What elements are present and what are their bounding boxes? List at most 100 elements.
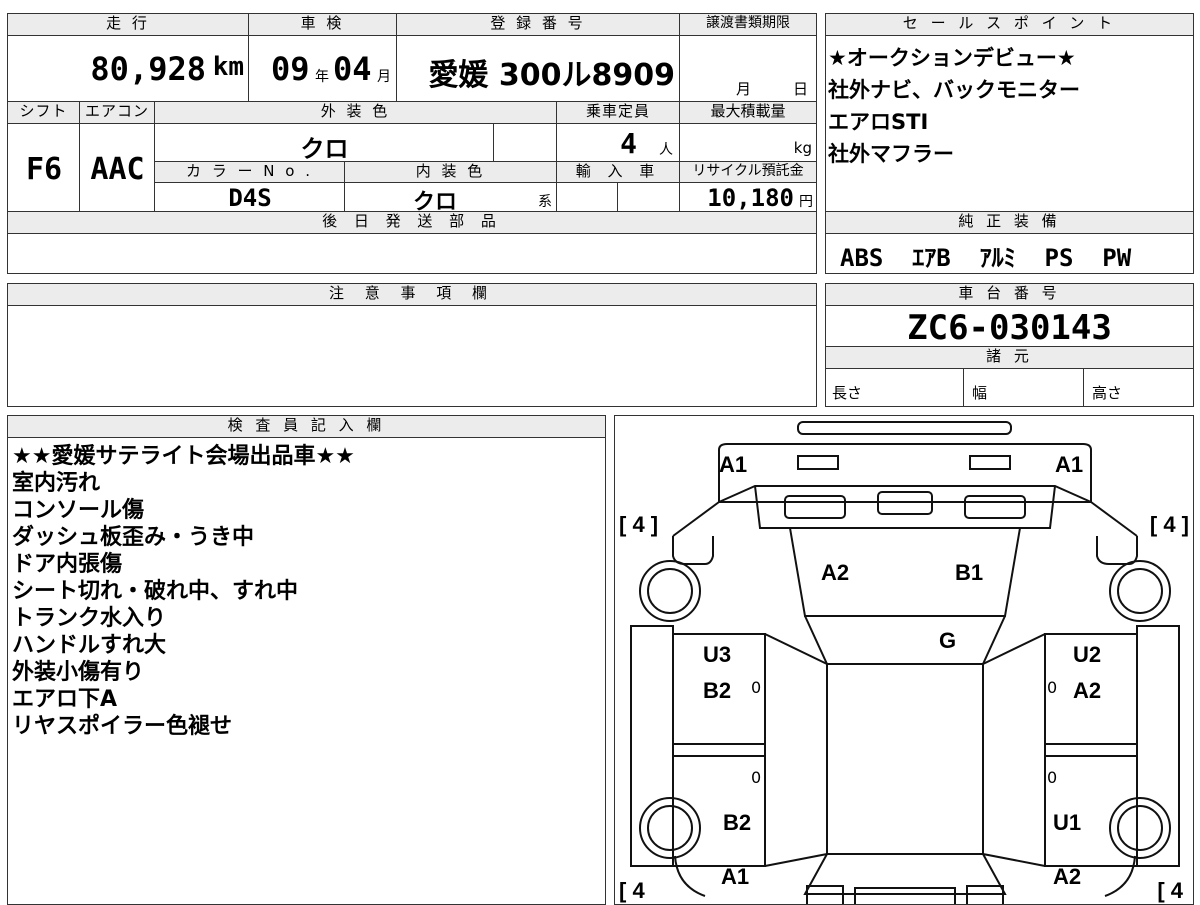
capacity-value: 4 [620, 127, 637, 160]
deadline-month-unit: 月 [736, 80, 752, 98]
year-unit: 年 [315, 69, 329, 85]
left-front-corner [672, 501, 720, 537]
import-cell-b [618, 183, 680, 212]
wheel-left-rear-inner [647, 805, 693, 851]
tire-tread-left-rear: [ 4 [619, 878, 645, 903]
aircon-cell: AAC [80, 124, 155, 212]
sales-points-list: ★オークションデビュー★ 社外ナビ、バックモニター エアロSTI 社外マフラー [826, 36, 1193, 170]
exterior-color-header: 外 装 色 [155, 102, 557, 124]
damage-front-left: A1 [719, 452, 748, 477]
aircon-header: エアコン [80, 102, 155, 124]
width-label: 幅 [972, 384, 988, 402]
registration-header: 登 録 番 号 [397, 14, 680, 36]
trunk-lid [854, 887, 956, 904]
hood-front-edge [718, 485, 1092, 503]
aircon-value: AAC [90, 152, 145, 187]
damage-right-front-door-top: U2 [1073, 642, 1102, 667]
mileage-unit: km [212, 52, 244, 82]
damage-right-front-door-bottom: A2 [1073, 678, 1102, 703]
interior-suffix: 系 [538, 194, 552, 210]
right-pillar [982, 633, 1046, 867]
inspector-notes-list: ★★愛媛サテライト会場出品車★★ 室内汚れ コンソール傷 ダッシュ板歪み・うき中… [8, 438, 605, 740]
tire-tread-right-rear: [ 4 [1157, 878, 1183, 903]
inspection-month: 04 [333, 50, 372, 88]
inspector-note: ダッシュ板歪み・うき中 [12, 525, 255, 550]
headlight-left [797, 455, 839, 470]
interior-color-cell: クロ 系 [345, 183, 557, 215]
inspector-header: 検 査 員 記 入 欄 [8, 416, 605, 438]
color-no-header: カ ラ ー N o . [155, 162, 345, 183]
capacity-unit: 人 [659, 142, 673, 158]
recycle-cell: 10,180 円 [680, 183, 816, 212]
exterior-color-value: クロ [300, 135, 349, 163]
wheel-right-front-inner [1117, 568, 1163, 614]
inspector-note: ★★愛媛サテライト会場出品車★★ [12, 444, 355, 469]
damage-windshield: G [939, 628, 957, 653]
left-door-trim [672, 743, 766, 757]
sales-point-line: 社外ナビ、バックモニター [828, 78, 1080, 102]
cowl [804, 615, 1006, 665]
damage-left-rear-fender: B2 [723, 810, 752, 835]
damage-rear-left: A1 [721, 864, 750, 889]
mileage-value: 80,928 [90, 50, 206, 88]
shift-header: シフト [8, 102, 80, 124]
sales-point-line: ★オークションデビュー★ [828, 46, 1076, 70]
later-parts-header: 後 日 発 送 部 品 [8, 212, 816, 234]
sales-points-header: セ ー ル ス ポ イ ン ト [826, 14, 1193, 36]
right-rear-quarter [1104, 855, 1136, 897]
taillight-right [966, 885, 1004, 904]
damage-left-front-door-top: U3 [703, 642, 732, 667]
damage-right-rear-fender: U1 [1053, 810, 1082, 835]
exterior-color-extra-cell [494, 124, 557, 162]
grille-left [784, 495, 846, 519]
inspector-note: 室内汚れ [12, 471, 101, 496]
month-unit: 月 [377, 69, 391, 85]
right-front-fender-top [1096, 536, 1138, 565]
damage-rear-right: A2 [1053, 864, 1082, 889]
door-mark: 0 [751, 768, 762, 787]
inspector-note: ドア内張傷 [12, 552, 123, 577]
inspector-note: シート切れ・破れ中、すれ中 [12, 579, 299, 604]
damage-hood-right: B1 [955, 560, 984, 585]
door-mark: 0 [1047, 768, 1058, 787]
door-mark: 0 [751, 678, 762, 697]
recycle-value: 10,180 [707, 184, 794, 212]
max-load-unit: kg [793, 139, 812, 157]
notes-box: 注 意 事 項 欄 [7, 283, 817, 407]
damage-left-front-door-bottom: B2 [703, 678, 732, 703]
width-cell: 幅 [964, 368, 1084, 406]
sales-points-box: セ ー ル ス ポ イ ン ト ★オークションデビュー★ 社外ナビ、バックモニタ… [825, 13, 1194, 212]
registration-number: 愛媛 300ル8909 [428, 58, 675, 93]
length-label: 長さ [832, 384, 863, 402]
right-side-skirt [1136, 625, 1180, 867]
sales-point-line: エアロSTI [828, 110, 929, 134]
transfer-deadline-cell: 月 日 [680, 36, 816, 102]
recycle-header: リサイクル預託金 [680, 162, 816, 183]
import-cell-a [557, 183, 618, 212]
inspection-cell: 09 年 04 月 [249, 36, 397, 102]
interior-color-header: 内 装 色 [345, 162, 557, 183]
registration-cell: 愛媛 300ル8909 [397, 36, 680, 102]
front-bumper [718, 443, 1092, 503]
height-label: 高さ [1092, 384, 1123, 402]
genuine-equipment-header: 純 正 装 備 [826, 212, 1193, 234]
genuine-equipment-value: ABS ｴｱB ｱﾙﾐ PS PW [840, 244, 1132, 272]
vehicle-info-table: 走 行 車 検 登 録 番 号 譲渡書類期限 80,928 km 09 年 04… [7, 13, 817, 274]
shift-cell: F6 [8, 124, 80, 212]
genuine-equipment-box: 純 正 装 備 ABS ｴｱB ｱﾙﾐ PS PW [825, 212, 1194, 274]
headlight-right [969, 455, 1011, 470]
damage-hood-left: A2 [821, 560, 850, 585]
tire-tread-left-front: [ 4 ] [619, 512, 659, 537]
mileage-header: 走 行 [8, 14, 249, 36]
inspector-note: エアロ下A [12, 687, 118, 712]
inspector-note: コンソール傷 [12, 498, 145, 523]
inspector-note: ハンドルすれ大 [12, 633, 167, 658]
right-front-corner [1090, 501, 1138, 537]
capacity-header: 乗車定員 [557, 102, 680, 124]
chassis-header: 車 台 番 号 [826, 284, 1193, 306]
exterior-color-cell: クロ [155, 124, 494, 163]
left-pillar [764, 633, 828, 867]
shift-value: F6 [25, 152, 63, 187]
damage-front-right: A1 [1055, 452, 1084, 477]
inspector-note: リヤスポイラー色褪せ [12, 714, 233, 739]
